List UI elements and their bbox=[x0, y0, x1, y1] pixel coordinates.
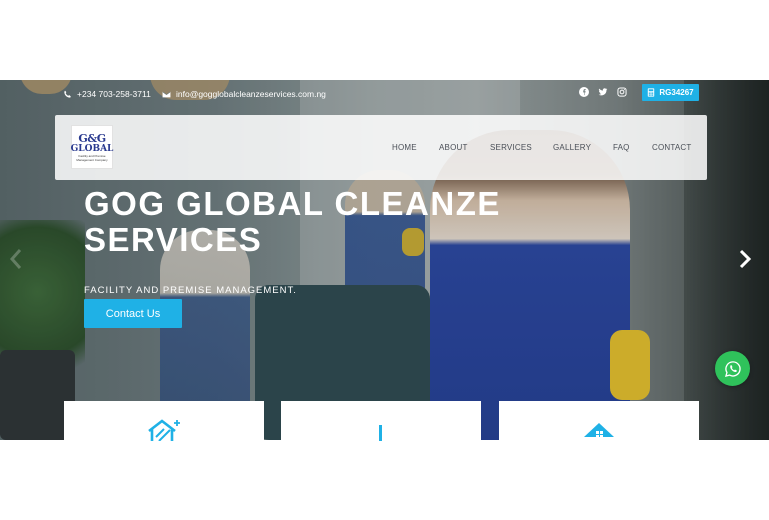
envelope-icon bbox=[162, 91, 171, 97]
nav-item-gallery[interactable]: GALLERY bbox=[553, 143, 591, 152]
chevron-right-icon bbox=[739, 249, 752, 269]
logo-word: GLOBAL bbox=[70, 143, 114, 154]
email-contact[interactable]: info@gogglobalcleanzeservices.com.ng bbox=[162, 89, 326, 99]
main-navbar: G&G GLOBAL Facility and Premise Manageme… bbox=[55, 115, 707, 180]
logo-mark: G&G bbox=[78, 131, 106, 145]
slider-prev-button[interactable] bbox=[8, 247, 24, 271]
phone-number: +234 703-258-3711 bbox=[77, 89, 151, 99]
contact-us-button[interactable]: Contact Us bbox=[84, 299, 182, 328]
instagram-icon[interactable] bbox=[617, 87, 627, 97]
nav-item-contact[interactable]: CONTACT bbox=[652, 143, 691, 152]
hero-title: GOG GLOBAL CLEANZE SERVICES bbox=[84, 186, 584, 258]
house-cleaning-icon bbox=[148, 419, 180, 441]
whatsapp-button[interactable] bbox=[715, 351, 750, 386]
site-logo[interactable]: G&G GLOBAL Facility and Premise Manageme… bbox=[71, 125, 113, 169]
spray-bottle-icon bbox=[379, 425, 382, 441]
nav-item-services[interactable]: SERVICES bbox=[490, 143, 532, 152]
registration-badge[interactable]: RG34267 bbox=[642, 84, 699, 101]
email-address: info@gogglobalcleanzeservices.com.ng bbox=[176, 89, 326, 99]
whatsapp-icon bbox=[724, 360, 741, 377]
phone-icon bbox=[64, 90, 71, 98]
service-card[interactable] bbox=[64, 401, 264, 441]
phone-contact[interactable]: +234 703-258-3711 bbox=[63, 89, 151, 99]
logo-tagline: Facility and Premise Management Company bbox=[76, 153, 108, 162]
calculator-icon bbox=[648, 88, 655, 97]
slider-next-button[interactable] bbox=[734, 247, 756, 271]
service-card[interactable] bbox=[281, 401, 481, 441]
facebook-icon[interactable] bbox=[579, 87, 589, 97]
twitter-icon[interactable] bbox=[598, 87, 608, 97]
nav-item-faq[interactable]: FAQ bbox=[613, 143, 630, 152]
nav-item-about[interactable]: ABOUT bbox=[439, 143, 468, 152]
nav-item-home[interactable]: HOME bbox=[392, 143, 417, 152]
hero-title-line: GOG GLOBAL CLEANZE bbox=[84, 185, 501, 222]
badge-label: RG34267 bbox=[659, 88, 694, 97]
chevron-left-icon bbox=[9, 249, 22, 269]
home-icon bbox=[584, 423, 614, 438]
hero-subtitle: FACILITY AND PREMISE MANAGEMENT. bbox=[84, 285, 297, 296]
service-card[interactable] bbox=[499, 401, 699, 440]
hero-title-line: SERVICES bbox=[84, 221, 263, 258]
